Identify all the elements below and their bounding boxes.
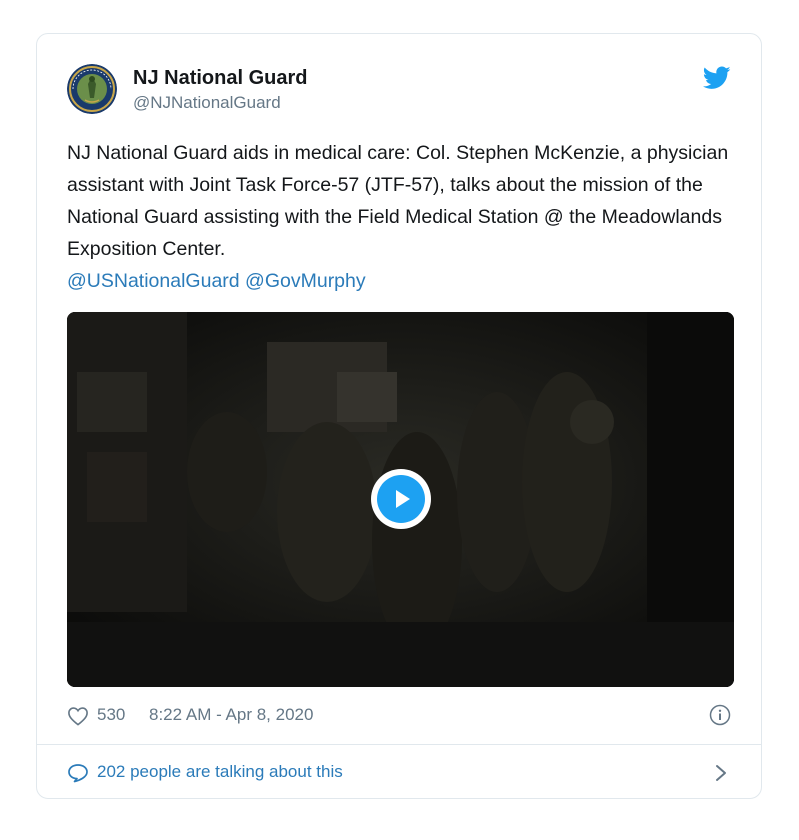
- tweet-timestamp[interactable]: 8:22 AM - Apr 8, 2020: [149, 700, 313, 730]
- mention-usnationalguard[interactable]: @USNationalGuard: [67, 270, 240, 292]
- mention-govmurphy[interactable]: @GovMurphy: [245, 270, 366, 292]
- tweet-text: NJ National Guard aids in medical care: …: [67, 137, 737, 297]
- video-player[interactable]: [67, 312, 734, 687]
- like-count[interactable]: 530: [97, 700, 125, 730]
- play-icon: [377, 475, 425, 523]
- tweet-body: NJ National Guard aids in medical care: …: [67, 142, 729, 260]
- info-icon[interactable]: [709, 704, 731, 726]
- speech-bubble-icon: [68, 764, 88, 783]
- twitter-bird-icon[interactable]: [703, 66, 731, 90]
- account-handle[interactable]: @NJNationalGuard: [133, 92, 281, 114]
- tweet-meta: 530 8:22 AM - Apr 8, 2020: [67, 700, 731, 730]
- nj-national-guard-seal-icon: [67, 64, 117, 114]
- heart-icon[interactable]: [67, 706, 89, 726]
- play-button[interactable]: [371, 469, 431, 529]
- avatar[interactable]: [67, 64, 117, 114]
- conversation-link[interactable]: 202 people are talking about this: [67, 756, 731, 788]
- chevron-right-icon[interactable]: [715, 764, 727, 782]
- conversation-text[interactable]: 202 people are talking about this: [97, 756, 343, 788]
- divider: [37, 744, 761, 745]
- account-name[interactable]: NJ National Guard: [133, 66, 307, 90]
- tweet-header: NJ National Guard @NJNationalGuard: [67, 62, 731, 118]
- tweet-card[interactable]: NJ National Guard @NJNationalGuard NJ Na…: [36, 33, 762, 799]
